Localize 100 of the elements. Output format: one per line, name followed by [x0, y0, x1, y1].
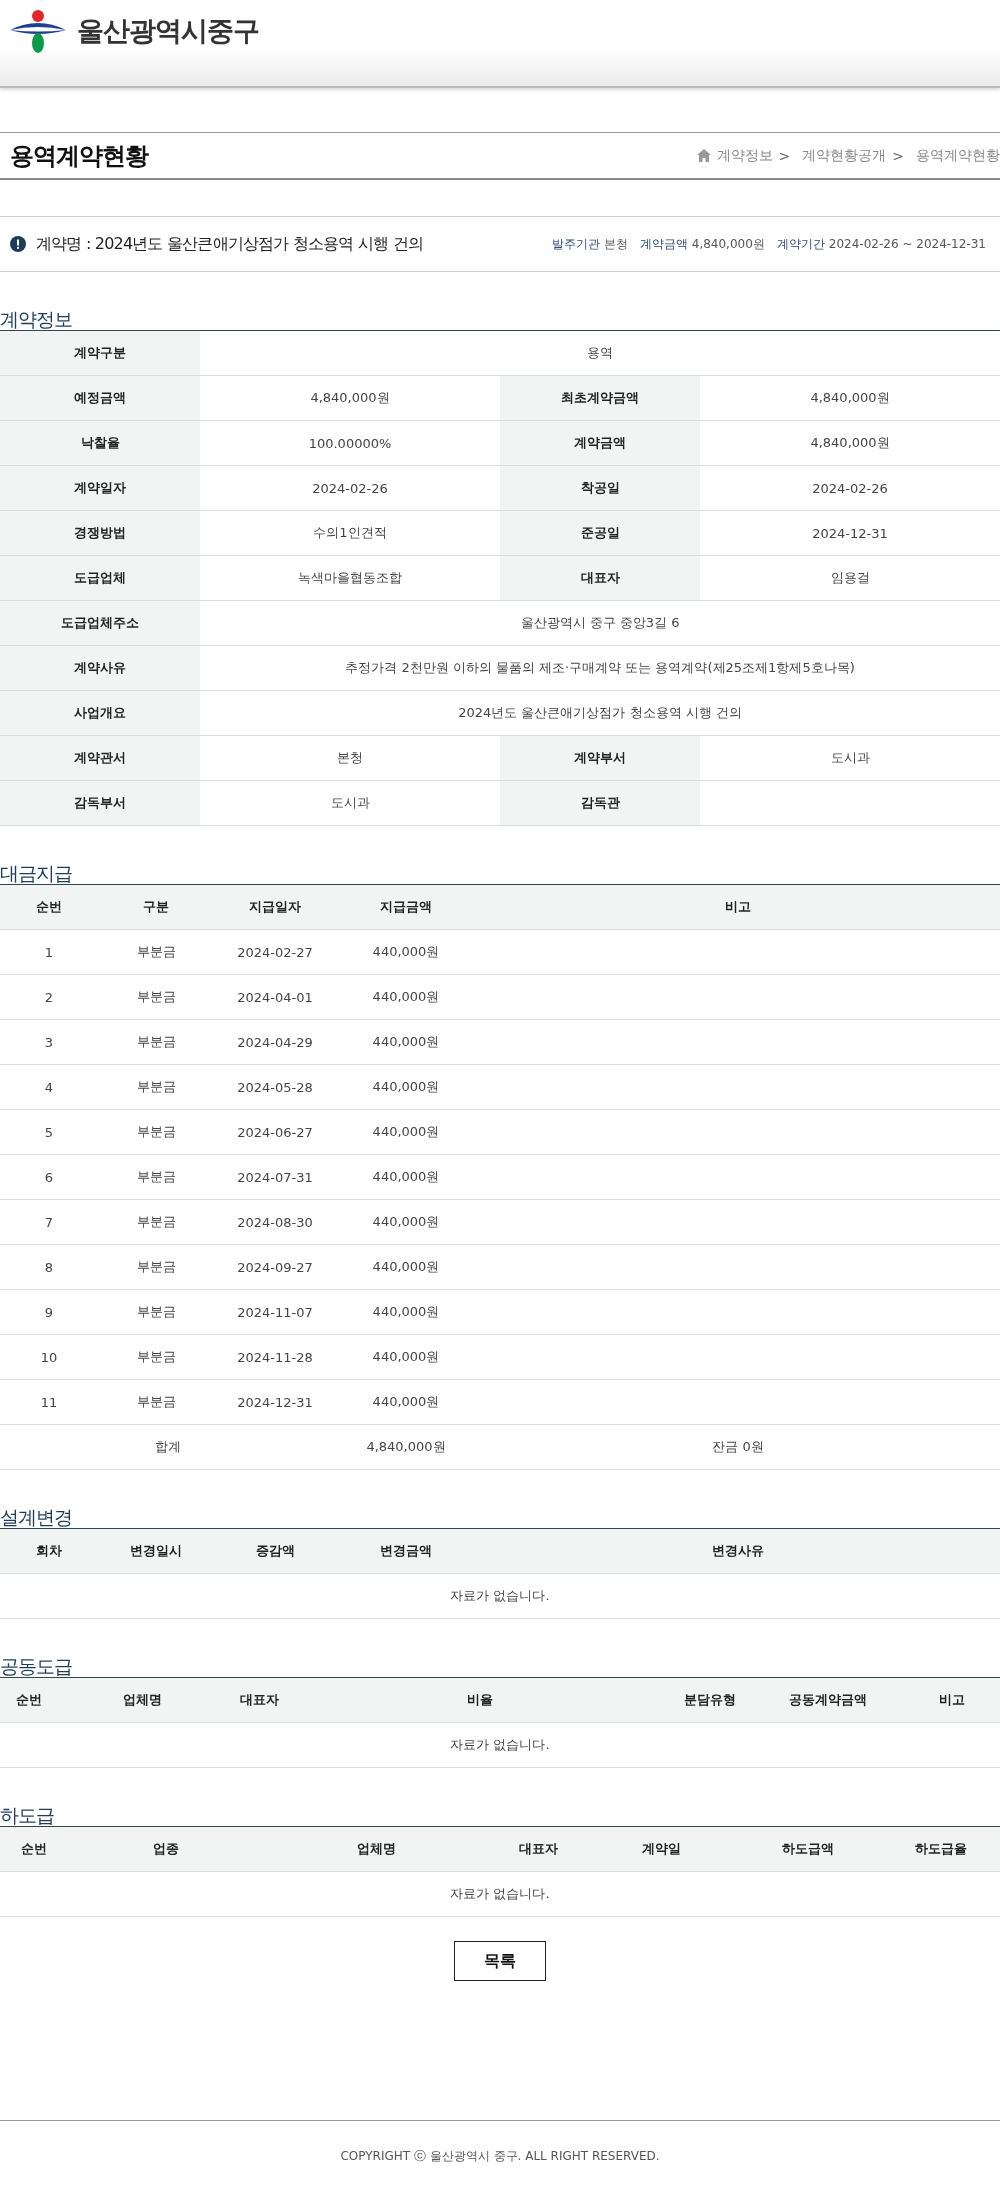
- table-cell: 440,000원: [336, 1379, 476, 1425]
- column-header: 하도급율: [882, 1827, 1000, 1872]
- list-button[interactable]: 목록: [454, 1941, 546, 1981]
- field-label: 낙찰율: [0, 420, 200, 466]
- table-cell: 440,000원: [336, 1154, 476, 1200]
- table-cell: 1: [0, 929, 98, 975]
- column-header: 업종: [68, 1827, 264, 1872]
- column-header: 업체명: [58, 1678, 226, 1723]
- field-value: 도시과: [700, 735, 1000, 781]
- table-cell: 부분금: [98, 1109, 214, 1155]
- field-value: 임용걸: [700, 555, 1000, 601]
- field-value: 추정가격 2천만원 이하의 물품의 제조·구매계약 또는 용역계약(제25조제1항제5호나목): [200, 645, 1000, 691]
- breadcrumb-separator: >: [892, 147, 904, 164]
- table-cell: 부분금: [98, 1064, 214, 1110]
- table-cell: 440,000원: [336, 1289, 476, 1335]
- table-cell: 2024-08-30: [214, 1199, 336, 1245]
- table-cell: 440,000원: [336, 1244, 476, 1290]
- field-label: 계약금액: [500, 420, 700, 466]
- column-header: 회차: [0, 1529, 98, 1574]
- contract-name: 계약명 : 2024년도 울산큰애기상점가 청소용역 시행 건의: [36, 233, 424, 255]
- table-cell: 부분금: [98, 929, 214, 975]
- field-label: 도급업체: [0, 555, 200, 601]
- balance-text: 잔금 0원: [476, 1424, 1000, 1470]
- field-label: 대표자: [500, 555, 700, 601]
- field-label: 계약일자: [0, 465, 200, 511]
- breadcrumb-link[interactable]: 용역계약현황: [916, 146, 1000, 165]
- empty-message: 자료가 없습니다.: [0, 1573, 1000, 1619]
- field-label: 사업개요: [0, 690, 200, 736]
- logo-icon: [9, 8, 67, 54]
- field-value: 2024년도 울산큰애기상점가 청소용역 시행 건의: [200, 690, 1000, 736]
- table-cell: 2024-06-27: [214, 1109, 336, 1155]
- column-header: 계약일: [588, 1827, 734, 1872]
- field-value: 용역: [200, 331, 1000, 376]
- field-value: 2024-02-26: [700, 465, 1000, 511]
- table-cell: 440,000원: [336, 1019, 476, 1065]
- column-header: 순번: [0, 1678, 58, 1723]
- table-cell: 440,000원: [336, 1064, 476, 1110]
- field-label: 계약사유: [0, 645, 200, 691]
- page-title: 용역계약현황: [10, 140, 148, 172]
- field-label: 최초계약금액: [500, 375, 700, 421]
- table-cell: 3: [0, 1019, 98, 1065]
- table-cell: 440,000원: [336, 1109, 476, 1155]
- column-header: 구분: [98, 885, 214, 930]
- table-cell: 440,000원: [336, 974, 476, 1020]
- breadcrumb-link[interactable]: 계약정보: [716, 146, 773, 165]
- table-cell: 2024-09-27: [214, 1244, 336, 1290]
- column-header: 비고: [476, 885, 1000, 930]
- field-value: 2024-12-31: [700, 510, 1000, 556]
- table-cell: 부분금: [98, 1199, 214, 1245]
- breadcrumb-separator: >: [778, 147, 791, 164]
- column-header: 변경일시: [98, 1529, 214, 1574]
- table-cell: 5: [0, 1109, 98, 1155]
- table-cell: 2024-11-07: [214, 1289, 336, 1335]
- column-header: 분담유형: [668, 1678, 752, 1723]
- column-header: 업체명: [264, 1827, 488, 1872]
- field-label: 감독부서: [0, 780, 200, 826]
- table-cell: 부분금: [98, 1019, 214, 1065]
- site-name[interactable]: 울산광역시중구: [77, 13, 259, 49]
- table-cell: 2024-04-29: [214, 1019, 336, 1065]
- copyright-text: COPYRIGHT ⓒ 울산광역시 중구. ALL RIGHT RESERVED.: [340, 2147, 660, 2165]
- table-cell: 2024-02-27: [214, 929, 336, 975]
- fact-value: 4,840,000원: [691, 235, 765, 253]
- table-cell: 2024-04-01: [214, 974, 336, 1020]
- column-header: 대표자: [226, 1678, 292, 1723]
- field-label: 도급업체주소: [0, 600, 200, 646]
- column-header: 비고: [904, 1678, 1000, 1723]
- table-cell: 부분금: [98, 1334, 214, 1380]
- field-label: 계약부서: [500, 735, 700, 781]
- table-cell: 부분금: [98, 1154, 214, 1200]
- field-label: 착공일: [500, 465, 700, 511]
- table-cell: 440,000원: [336, 929, 476, 975]
- field-label: 계약구분: [0, 331, 200, 376]
- column-header: 변경금액: [336, 1529, 476, 1574]
- column-header: 순번: [0, 885, 98, 930]
- column-header: 하도급액: [734, 1827, 882, 1872]
- field-label: 감독관: [500, 780, 700, 826]
- table-cell: 2024-07-31: [214, 1154, 336, 1200]
- table-cell: 440,000원: [336, 1334, 476, 1380]
- column-header: 공동계약금액: [752, 1678, 904, 1723]
- table-cell: 2024-05-28: [214, 1064, 336, 1110]
- fact-label: 계약금액: [639, 235, 688, 253]
- empty-message: 자료가 없습니다.: [0, 1871, 1000, 1917]
- total-amount: 4,840,000원: [336, 1424, 476, 1470]
- table-cell: 2024-12-31: [214, 1379, 336, 1425]
- column-header: 증감액: [214, 1529, 336, 1574]
- table-cell: 440,000원: [336, 1199, 476, 1245]
- field-value: 울산광역시 중구 중앙3길 6: [200, 600, 1000, 646]
- table-cell: 4: [0, 1064, 98, 1110]
- table-cell: 부분금: [98, 1379, 214, 1425]
- table-cell: 부분금: [98, 974, 214, 1020]
- field-label: 준공일: [500, 510, 700, 556]
- table-cell: 8: [0, 1244, 98, 1290]
- home-icon[interactable]: [696, 149, 711, 162]
- fact-label: 계약기간: [776, 235, 825, 253]
- table-cell: 2024-11-28: [214, 1334, 336, 1380]
- column-header: 지급금액: [336, 885, 476, 930]
- breadcrumb-link[interactable]: 계약현황공개: [802, 146, 887, 165]
- alert-icon: [10, 236, 26, 252]
- table-cell: 11: [0, 1379, 98, 1425]
- column-header: 변경사유: [476, 1529, 1000, 1574]
